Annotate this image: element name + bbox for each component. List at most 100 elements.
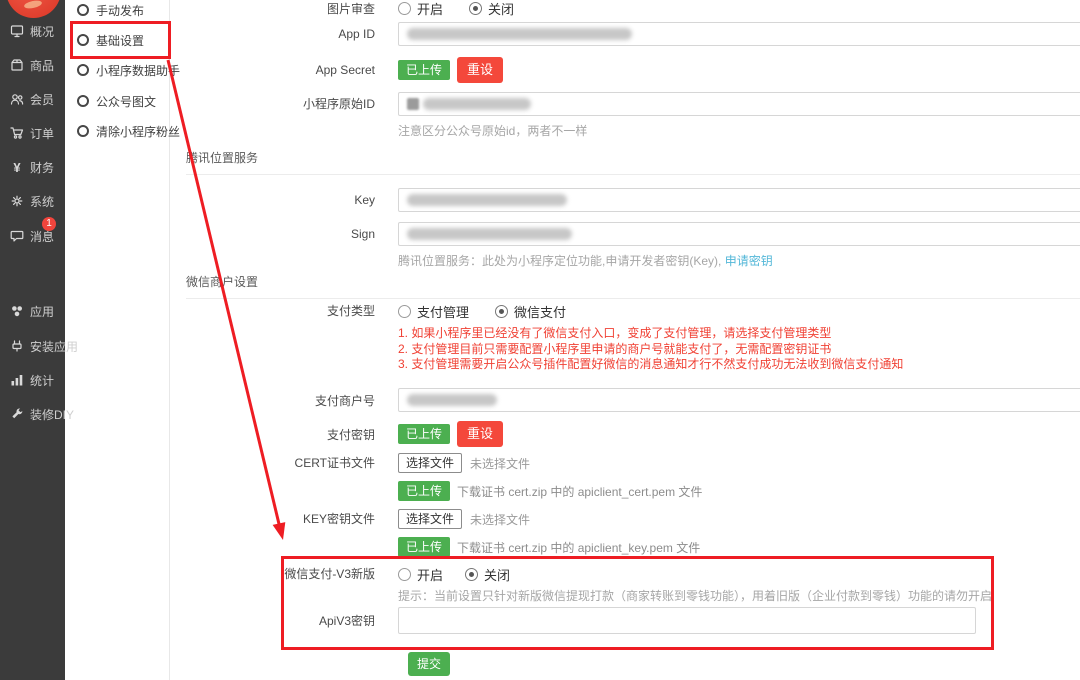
redacted-value <box>407 28 632 40</box>
sign-help: 腾讯位置服务：此处为小程序定位功能,申请开发者密钥(Key), 申请密钥 <box>398 252 773 269</box>
field-label: ApiV3密钥 <box>170 612 375 629</box>
radio-wechat-pay[interactable]: 微信支付 <box>495 302 566 321</box>
submenu-item-clear-miniapp-fans[interactable]: 清除小程序粉丝 <box>77 122 180 140</box>
key-uploaded-badge[interactable]: 已上传 <box>398 537 450 557</box>
radio-picture-review-on[interactable]: 开启 <box>398 0 443 18</box>
radio-checked-icon <box>495 305 508 318</box>
sidebar-item-members[interactable]: 会员 <box>10 89 54 109</box>
store-logo[interactable] <box>6 0 61 18</box>
cert-uploaded-badge[interactable]: 已上传 <box>398 481 450 501</box>
radio-icon <box>398 305 411 318</box>
sidebar-item-stats[interactable]: 统计 <box>10 370 54 390</box>
origin-id-controls: 注意区分公众号原始id，两者不一样 <box>398 92 1080 139</box>
field-label: 微信支付-V3新版 <box>170 566 375 582</box>
sign-help-text: 腾讯位置服务：此处为小程序定位功能,申请开发者密钥(Key), <box>398 254 721 268</box>
row-origin-id: 小程序原始ID 注意区分公众号原始id，两者不一样 <box>170 92 1080 139</box>
sign-input[interactable] <box>398 222 1080 246</box>
admin-settings-page: 概况 商品 会员 订单 ¥ 财务 系统 消息 1 应用 <box>0 0 1080 680</box>
key-input[interactable] <box>398 188 1080 212</box>
radio-pay-manage[interactable]: 支付管理 <box>398 302 469 321</box>
orders-icon <box>10 126 24 140</box>
sidebar-item-label: 系统 <box>30 193 54 210</box>
sidebar-item-label: 会员 <box>30 91 54 108</box>
submenu-item-label: 小程序数据助手 <box>96 62 180 79</box>
pay-type-radio-group: 支付管理 微信支付 <box>398 303 566 319</box>
submenu-item-label: 公众号图文 <box>96 93 156 110</box>
apiv3-key-input[interactable] <box>398 607 976 634</box>
section-wechat-merchant: 微信商户设置 <box>186 274 1080 299</box>
message-count-badge: 1 <box>42 217 56 231</box>
diy-icon <box>10 407 24 421</box>
pay-secret-controls: 已上传 重设 <box>398 421 503 447</box>
cert-file-controls: 选择文件 未选择文件 已上传 下载证书 cert.zip 中的 apiclien… <box>398 453 702 501</box>
row-key: Key <box>170 188 1080 212</box>
submit-button[interactable]: 提交 <box>408 652 450 676</box>
submenu-item-miniapp-data-helper[interactable]: 小程序数据助手 <box>77 61 180 79</box>
redacted-value <box>407 394 497 406</box>
apps-icon <box>10 304 24 318</box>
radio-checked-icon <box>465 568 478 581</box>
submenu-item-official-article[interactable]: 公众号图文 <box>77 92 156 110</box>
radio-icon <box>398 2 411 15</box>
redacted-value <box>407 228 572 240</box>
cert-note-text: 下载证书 cert.zip 中的 apiclient_cert.pem 文件 <box>457 483 702 500</box>
sidebar-item-system[interactable]: 系统 <box>10 191 54 211</box>
field-label: CERT证书文件 <box>170 453 375 473</box>
app-secret-reset-button[interactable]: 重设 <box>457 57 503 83</box>
sidebar-item-label: 财务 <box>30 159 54 176</box>
radio-v3-on[interactable]: 开启 <box>398 565 443 584</box>
row-apiv3: ApiV3密钥 <box>170 607 976 634</box>
sidebar-item-orders[interactable]: 订单 <box>10 123 54 143</box>
app-id-input[interactable] <box>398 22 1080 46</box>
submenu-item-basic-settings[interactable]: 基础设置 <box>77 31 144 49</box>
sidebar-item-finance[interactable]: ¥ 财务 <box>10 157 54 177</box>
stats-icon <box>10 373 24 387</box>
radio-label: 开启 <box>417 0 443 18</box>
row-app-id: App ID <box>170 22 1080 46</box>
v3-hint: 提示：当前设置只针对新版微信提现打款（商家转账到零钱功能），用着旧版（企业付款到… <box>398 587 992 604</box>
redacted-value <box>407 98 419 110</box>
key-choose-file-button[interactable]: 选择文件 <box>398 509 462 529</box>
radio-picture-review-off[interactable]: 关闭 <box>469 0 514 18</box>
pay-secret-reset-button[interactable]: 重设 <box>457 421 503 447</box>
key-uploaded-note: 已上传 下载证书 cert.zip 中的 apiclient_key.pem 文… <box>398 537 700 557</box>
cert-file-line: 选择文件 未选择文件 <box>398 453 530 473</box>
app-secret-controls: 已上传 重设 <box>398 57 503 83</box>
origin-id-input[interactable] <box>398 92 1080 116</box>
pay-secret-uploaded-badge[interactable]: 已上传 <box>398 424 450 444</box>
cert-choose-file-button[interactable]: 选择文件 <box>398 453 462 473</box>
field-label: 支付密钥 <box>170 426 375 443</box>
sign-controls: 腾讯位置服务：此处为小程序定位功能,申请开发者密钥(Key), 申请密钥 <box>398 222 1080 269</box>
sidebar-item-install-app[interactable]: 安装应用 <box>10 336 78 356</box>
pay-type-note: 3. 支付管理需要开启公众号插件配置好微信的消息通知才行不然支付成功无法收到微信… <box>398 357 903 373</box>
install-app-icon <box>10 339 24 353</box>
merchant-no-input[interactable] <box>398 388 1080 412</box>
sidebar-item-label: 订单 <box>30 125 54 142</box>
apply-key-link[interactable]: 申请密钥 <box>725 254 773 268</box>
submenu-item-manual-publish[interactable]: 手动发布 <box>77 1 144 19</box>
settings-form: 图片审查 开启 关闭 App ID App Secret 已上传 <box>170 0 1080 680</box>
section-tencent-location: 腾讯位置服务 <box>186 150 1080 175</box>
field-label: 支付商户号 <box>170 392 375 409</box>
field-label: App ID <box>170 27 375 41</box>
row-cert-file: CERT证书文件 选择文件 未选择文件 已上传 下载证书 cert.zip 中的… <box>170 453 702 501</box>
field-label: 支付类型 <box>170 303 375 319</box>
sidebar-item-apps[interactable]: 应用 <box>10 301 54 321</box>
v3-radio-group: 开启 关闭 <box>398 566 510 582</box>
radio-v3-off[interactable]: 关闭 <box>465 565 510 584</box>
sidebar-item-overview[interactable]: 概况 <box>10 21 54 41</box>
radio-ring-icon <box>77 95 89 107</box>
field-label: KEY密钥文件 <box>170 509 375 529</box>
row-submit: 提交 <box>170 652 450 676</box>
row-key-file: KEY密钥文件 选择文件 未选择文件 已上传 下载证书 cert.zip 中的 … <box>170 509 700 557</box>
app-secret-uploaded-badge[interactable]: 已上传 <box>398 60 450 80</box>
cert-uploaded-note: 已上传 下载证书 cert.zip 中的 apiclient_cert.pem … <box>398 481 702 501</box>
sidebar-item-label: 概况 <box>30 23 54 40</box>
sidebar-item-diy[interactable]: 装修DIY <box>10 404 74 424</box>
pay-type-note: 2. 支付管理目前只需要配置小程序里申请的商户号就能支付了，无需配置密钥证书 <box>398 342 903 358</box>
logo-highlight <box>23 0 42 10</box>
row-picture-review: 图片审查 开启 关闭 <box>170 0 514 17</box>
settings-submenu: 手动发布 基础设置 小程序数据助手 公众号图文 清除小程序粉丝 <box>65 0 170 680</box>
sidebar-item-goods[interactable]: 商品 <box>10 55 54 75</box>
sidebar-item-label: 装修DIY <box>30 406 74 423</box>
